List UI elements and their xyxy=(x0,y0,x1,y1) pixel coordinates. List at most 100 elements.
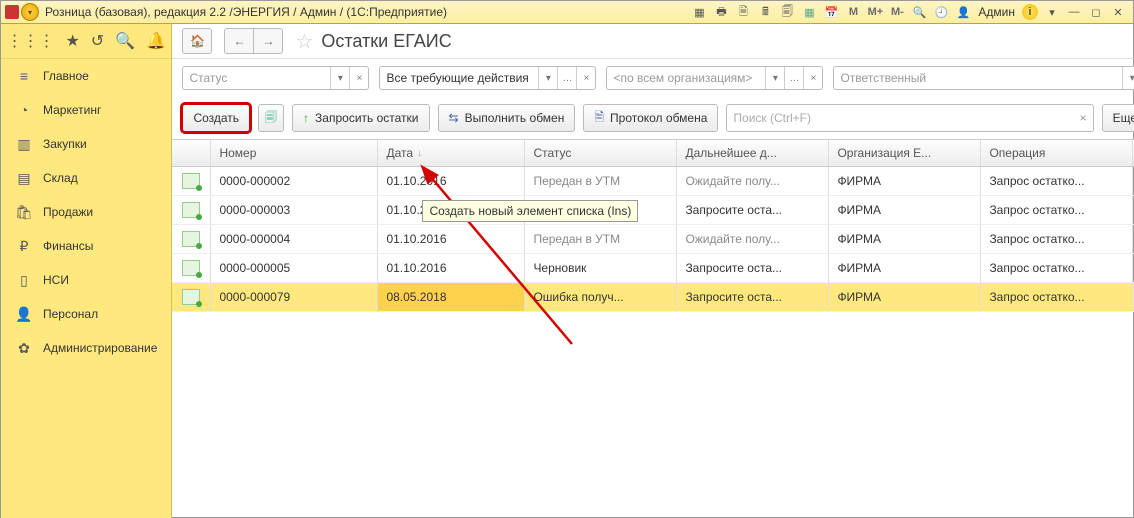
action-row: Создать 🗐 ↑Запросить остатки ⇆Выполнить … xyxy=(172,97,1134,139)
nav-icon: ₽ xyxy=(15,238,33,254)
cell-date: 01.10.2016 xyxy=(378,254,525,282)
col-next[interactable]: Дальнейшее д... xyxy=(677,140,829,166)
info-drop-icon[interactable]: ▾ xyxy=(1044,4,1060,20)
window-restore-icon[interactable]: ◻ xyxy=(1088,4,1104,20)
cell-next: Запросите оста... xyxy=(677,283,829,311)
cell-org: ФИРМА xyxy=(829,196,981,224)
col-status[interactable]: Статус xyxy=(525,140,677,166)
search-input[interactable]: Поиск (Ctrl+F) × xyxy=(726,104,1093,132)
cell-num: 0000-000079 xyxy=(211,283,378,311)
exchange-icon: ⇆ xyxy=(449,111,459,125)
search-icon[interactable]: 🔍 xyxy=(115,31,135,51)
ellipsis-icon[interactable]: … xyxy=(784,67,803,89)
window-minimize-icon[interactable]: — xyxy=(1066,4,1082,20)
filter-org[interactable]: <по всем организациям> ▾ … × xyxy=(606,66,823,90)
history-icon[interactable]: ↺ xyxy=(91,31,104,51)
protocol-icon: 🗎 xyxy=(594,108,604,129)
tb-grid-icon[interactable]: ▦ xyxy=(691,4,707,20)
window-close-icon[interactable]: ✕ xyxy=(1110,4,1126,20)
nav-icon: 👤 xyxy=(15,306,33,322)
sidebar-item-2[interactable]: ▥Закупки xyxy=(1,127,171,161)
favorite-star-icon[interactable]: ☆ xyxy=(295,29,313,54)
table-row[interactable]: 0000-00000401.10.2016Передан в УТМОжидай… xyxy=(172,225,1134,254)
tb-table-icon[interactable]: ▦ xyxy=(801,4,817,20)
exchange-button[interactable]: ⇆Выполнить обмен xyxy=(438,104,576,132)
nav-label: Склад xyxy=(43,171,78,185)
chevron-down-icon[interactable]: ▾ xyxy=(538,67,557,89)
filter-resp[interactable]: Ответственный ▾ × xyxy=(833,66,1134,90)
filter-actions-text: Все требующие действия xyxy=(380,71,538,85)
ellipsis-icon[interactable]: … xyxy=(557,67,576,89)
cell-date: 01.10.2016 xyxy=(378,225,525,253)
create-button[interactable]: Создать xyxy=(182,104,250,132)
table-row[interactable]: 0000-00000301.10.2016ЧерновикЗапросите о… xyxy=(172,196,1134,225)
cell-op: Запрос остатко... xyxy=(981,254,1133,282)
table-row[interactable]: 0000-00000201.10.2016Передан в УТМОжидай… xyxy=(172,167,1134,196)
arrow-up-icon: ↑ xyxy=(303,111,309,125)
table-row[interactable]: 0000-00000501.10.2016ЧерновикЗапросите о… xyxy=(172,254,1134,283)
col-op[interactable]: Операция xyxy=(981,140,1133,166)
col-icon[interactable] xyxy=(172,140,211,166)
chevron-down-icon[interactable]: ▾ xyxy=(765,67,784,89)
doc-icon xyxy=(182,173,200,189)
clear-icon[interactable]: × xyxy=(349,67,368,89)
memory-mplus[interactable]: M+ xyxy=(867,4,883,20)
protocol-button[interactable]: 🗎Протокол обмена xyxy=(583,104,718,132)
sidebar-item-3[interactable]: ▤Склад xyxy=(1,161,171,195)
nav-icon: ▯ xyxy=(15,272,33,288)
tb-calendar-icon[interactable]: 📅 xyxy=(823,4,839,20)
clear-icon[interactable]: × xyxy=(803,67,822,89)
info-icon[interactable]: i xyxy=(1022,4,1038,20)
nav-label: Закупки xyxy=(43,137,87,151)
sidebar-item-5[interactable]: ₽Финансы xyxy=(1,229,171,263)
table-row[interactable]: 0000-00007908.05.2018Ошибка получ...Запр… xyxy=(172,283,1134,312)
cell-op: Запрос остатко... xyxy=(981,283,1133,311)
cell-status: Передан в УТМ xyxy=(525,167,677,195)
window-title: Розница (базовая), редакция 2.2 /ЭНЕРГИЯ… xyxy=(45,5,447,19)
sidebar-item-1[interactable]: ◔Маркетинг xyxy=(1,93,171,127)
titlebar: ▾ Розница (базовая), редакция 2.2 /ЭНЕРГ… xyxy=(1,1,1133,24)
filter-status[interactable]: Статус ▾ × xyxy=(182,66,369,90)
sidebar-item-4[interactable]: 🛍Продажи xyxy=(1,195,171,229)
bell-icon[interactable]: 🔔 xyxy=(146,31,166,51)
memory-m[interactable]: M xyxy=(845,4,861,20)
sidebar-item-0[interactable]: ≡Главное xyxy=(1,59,171,93)
more-button[interactable]: Еще▾ xyxy=(1102,104,1134,132)
copy-button[interactable]: 🗐 xyxy=(258,104,284,132)
sidebar-item-7[interactable]: 👤Персонал xyxy=(1,297,171,331)
copy-icon: 🗐 xyxy=(265,108,277,129)
cell-org: ФИРМА xyxy=(829,225,981,253)
sidebar-item-8[interactable]: ✿Администрирование xyxy=(1,331,171,365)
sidebar-toolbar: ⋮⋮⋮ ★ ↺ 🔍 🔔 xyxy=(1,24,171,59)
cell-date: 01.10.2016 xyxy=(378,167,525,195)
tb-sheet-icon[interactable]: 🗐 xyxy=(779,4,795,20)
clock-icon[interactable]: 🕘 xyxy=(933,4,949,20)
sort-asc-icon: ↓ xyxy=(417,148,422,159)
clear-icon[interactable]: × xyxy=(576,67,595,89)
col-number[interactable]: Номер xyxy=(211,140,378,166)
tb-doc-icon[interactable]: 🗎 xyxy=(735,4,751,20)
cell-status: Ошибка получ... xyxy=(525,283,677,311)
filter-actions[interactable]: Все требующие действия ▾ … × xyxy=(379,66,596,90)
clear-search-icon[interactable]: × xyxy=(1080,111,1087,125)
apps-icon[interactable]: ⋮⋮⋮ xyxy=(6,31,54,51)
cell-num: 0000-000005 xyxy=(211,254,378,282)
home-button[interactable]: 🏠 xyxy=(182,28,212,54)
tb-print-icon[interactable]: 🖶 xyxy=(713,4,729,20)
memory-mminus[interactable]: M- xyxy=(889,4,905,20)
forward-button[interactable]: → xyxy=(253,28,283,54)
back-button[interactable]: ← xyxy=(224,28,253,54)
sidebar-item-6[interactable]: ▯НСИ xyxy=(1,263,171,297)
page-toolbar: 🏠 ← → ☆ Остатки ЕГАИС × xyxy=(172,24,1134,59)
cell-op: Запрос остатко... xyxy=(981,196,1133,224)
doc-icon xyxy=(182,231,200,247)
col-date[interactable]: Дата↓ xyxy=(378,140,525,166)
request-button[interactable]: ↑Запросить остатки xyxy=(292,104,429,132)
tb-calc-icon[interactable]: 🖩 xyxy=(757,4,773,20)
chevron-down-icon[interactable]: ▾ xyxy=(1122,67,1134,89)
chevron-down-icon[interactable]: ▾ xyxy=(330,67,349,89)
col-org[interactable]: Организация Е... xyxy=(829,140,981,166)
star-icon[interactable]: ★ xyxy=(65,31,79,51)
zoom-icon[interactable]: 🔍 xyxy=(911,4,927,20)
app-menu-icon[interactable]: ▾ xyxy=(21,3,39,21)
